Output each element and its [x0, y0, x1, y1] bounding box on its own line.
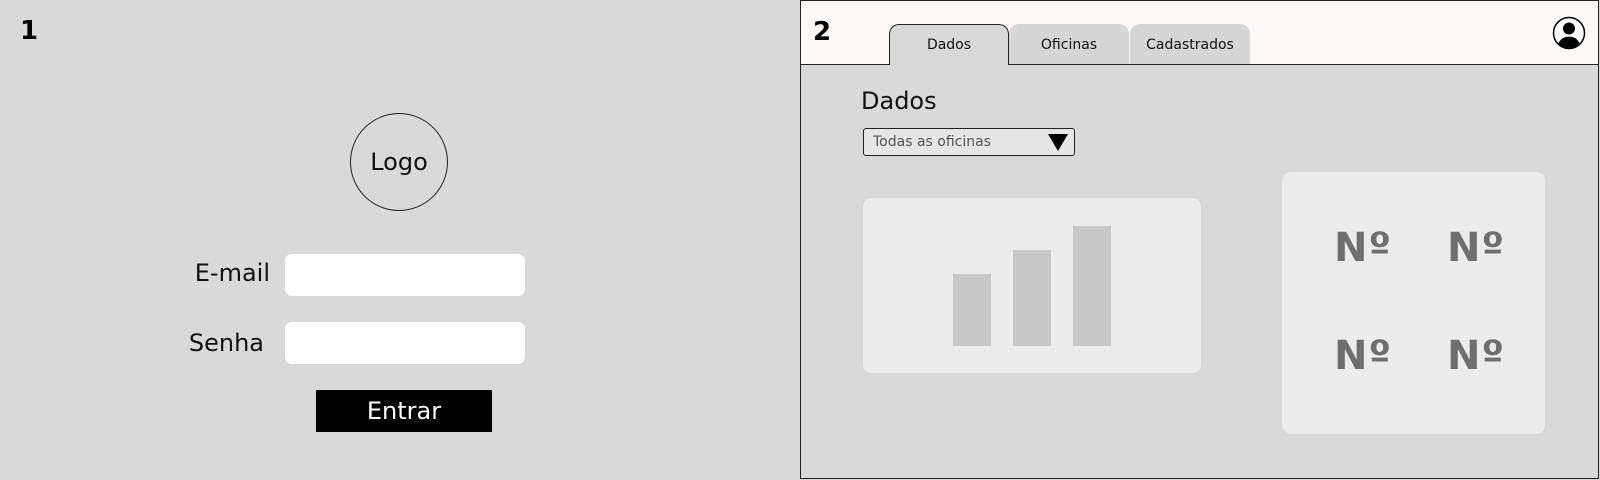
login-screen: 1 Logo E-mail Senha Entrar — [0, 0, 800, 480]
password-label: Senha — [188, 329, 264, 357]
stat-number-3: Nº — [1334, 333, 1393, 379]
login-button[interactable]: Entrar — [316, 390, 492, 432]
user-avatar-icon[interactable] — [1552, 16, 1586, 50]
wireframe-canvas: 1 Logo E-mail Senha Entrar 2 Dados Ofici… — [0, 0, 1600, 480]
triangle-down-icon — [1048, 134, 1068, 151]
email-field[interactable] — [285, 254, 525, 296]
bar-chart-card — [863, 198, 1201, 373]
password-field[interactable] — [285, 322, 525, 364]
bar-chart — [953, 226, 1111, 346]
logo: Logo — [350, 113, 448, 211]
tab-cadastrados[interactable]: Cadastrados — [1130, 24, 1250, 64]
screen-number: 2 — [813, 17, 832, 47]
stat-number-1: Nº — [1334, 225, 1393, 271]
workshop-filter-select[interactable]: Todas as oficinas — [863, 128, 1075, 156]
filter-selected-value: Todas as oficinas — [873, 134, 991, 150]
dashboard-screen: 2 Dados Oficinas Cadastrados Dados Todas… — [800, 0, 1599, 479]
tab-dados[interactable]: Dados — [889, 24, 1009, 65]
screen-number: 1 — [20, 16, 39, 46]
chart-bar-1 — [953, 274, 991, 346]
chart-bar-3 — [1073, 226, 1111, 346]
stat-number-2: Nº — [1447, 225, 1506, 271]
chart-bar-2 — [1013, 250, 1051, 346]
stats-card: Nº Nº Nº Nº — [1282, 172, 1545, 434]
stat-number-4: Nº — [1447, 333, 1506, 379]
email-label: E-mail — [194, 259, 270, 287]
top-navigation: 2 Dados Oficinas Cadastrados — [801, 1, 1598, 65]
tab-oficinas[interactable]: Oficinas — [1009, 24, 1129, 64]
section-title: Dados — [861, 87, 937, 115]
